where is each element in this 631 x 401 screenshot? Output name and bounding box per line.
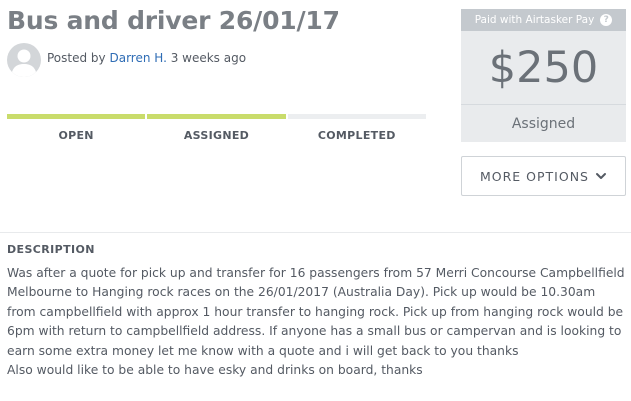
status-label-open: OPEN	[58, 129, 94, 142]
status-step-completed: COMPLETED	[287, 114, 426, 142]
status-progress: OPEN ASSIGNED COMPLETED	[7, 114, 426, 142]
status-bar-open	[7, 114, 146, 119]
airtasker-pay-tag: Paid with Airtasker Pay ?	[461, 9, 626, 31]
description-body: Was after a quote for pick up and transf…	[7, 264, 627, 380]
posted-by-line: Posted by Darren H. 3 weeks ago	[47, 51, 246, 65]
section-divider	[0, 232, 631, 233]
description-paragraph: Also would like to be able to have esky …	[7, 363, 423, 378]
description-heading: DESCRIPTION	[7, 243, 95, 256]
price-panel: Paid with Airtasker Pay ? $250 Assigned	[461, 9, 626, 142]
author-link[interactable]: Darren H.	[109, 51, 166, 65]
avatar[interactable]	[7, 43, 41, 77]
status-label-completed: COMPLETED	[317, 129, 396, 142]
more-options-button[interactable]: MORE OPTIONS	[461, 156, 626, 196]
posted-by-prefix: Posted by	[47, 51, 110, 65]
task-price: $250	[488, 43, 599, 93]
status-step-open: OPEN	[7, 114, 146, 142]
user-silhouette-icon	[11, 49, 37, 77]
status-bar-completed	[287, 114, 426, 119]
status-label-assigned: ASSIGNED	[183, 129, 250, 142]
task-title: Bus and driver 26/01/17	[7, 6, 340, 35]
chevron-down-icon	[596, 173, 606, 179]
more-options-label: MORE OPTIONS	[479, 168, 589, 184]
posted-time: 3 weeks ago	[166, 51, 247, 65]
status-bar-assigned	[147, 114, 286, 119]
pay-tag-label: Paid with Airtasker Pay	[474, 14, 595, 26]
status-badge: Assigned	[511, 116, 576, 132]
help-icon[interactable]: ?	[600, 14, 613, 26]
description-paragraph: Was after a quote for pick up and transf…	[7, 266, 625, 358]
status-step-assigned: ASSIGNED	[147, 114, 286, 142]
price-divider	[461, 104, 626, 105]
task-page: Bus and driver 26/01/17 Posted by Darren…	[0, 0, 631, 401]
